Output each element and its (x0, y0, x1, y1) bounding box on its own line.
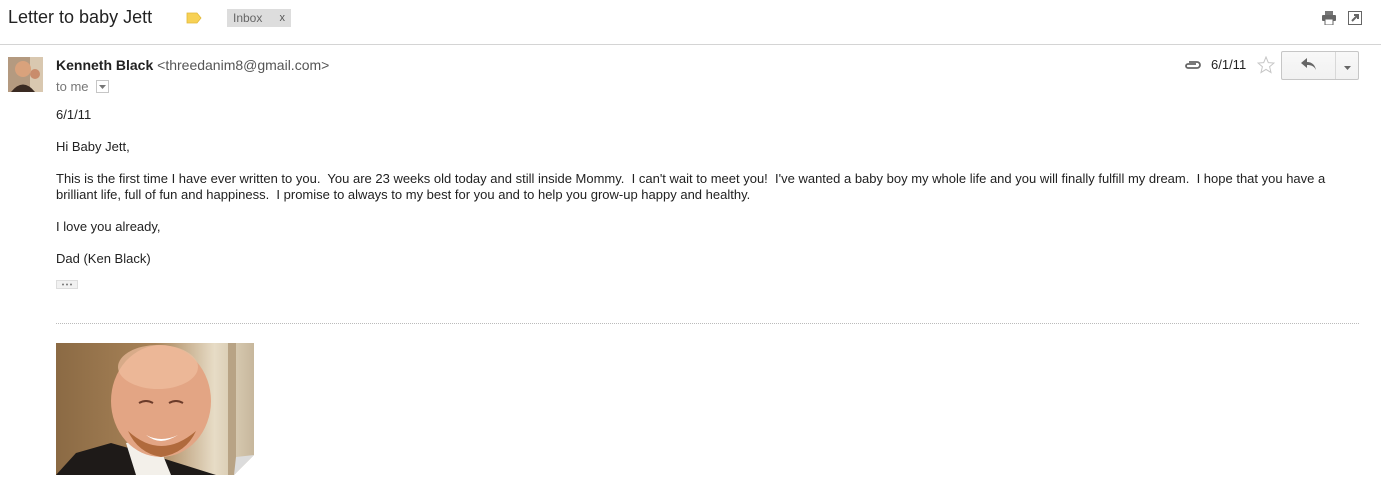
sender: Kenneth Black <threedanim8@gmail.com> (56, 57, 329, 73)
reply-icon (1300, 57, 1317, 75)
chevron-down-icon (1343, 57, 1351, 75)
star-icon[interactable] (1256, 55, 1276, 79)
avatar[interactable] (8, 57, 43, 92)
email-subject: Letter to baby Jett (8, 7, 153, 27)
new-window-icon[interactable] (1348, 11, 1362, 30)
subject-bar: Letter to baby Jett Inbox x (0, 0, 1381, 45)
remove-label-button[interactable]: x (280, 12, 286, 24)
body-signature: Dad (Ken Black) (56, 251, 151, 266)
print-icon[interactable] (1321, 11, 1337, 30)
body-greeting: Hi Baby Jett, (56, 139, 130, 154)
inbox-label: Inbox (233, 11, 263, 25)
ellipsis-icon (62, 283, 72, 286)
label-tag-icon[interactable] (186, 11, 202, 29)
sender-name[interactable]: Kenneth Black (56, 57, 153, 73)
paperclip-icon (1183, 58, 1202, 76)
sender-email: <threedanim8@gmail.com> (157, 57, 330, 73)
more-options-button[interactable] (1336, 52, 1358, 79)
show-trimmed-content-button[interactable] (56, 280, 78, 289)
reply-button-group (1281, 51, 1359, 80)
signature-photo (56, 343, 254, 475)
signature-divider (56, 323, 1359, 324)
body-closing: I love you already, (56, 219, 161, 234)
body-date-line: 6/1/11 (56, 107, 92, 122)
message-date: 6/1/11 (1211, 57, 1247, 72)
recipient-line: to me (56, 79, 109, 94)
inbox-label-chip[interactable]: Inbox x (227, 9, 291, 27)
to-me-label: to me (56, 79, 89, 94)
body-paragraph: This is the first time I have ever writt… (56, 171, 1329, 202)
show-details-chevron-down-icon[interactable] (95, 80, 109, 93)
message-body: 6/1/11 Hi Baby Jett, This is the first t… (56, 107, 1346, 283)
reply-button[interactable] (1282, 52, 1336, 79)
